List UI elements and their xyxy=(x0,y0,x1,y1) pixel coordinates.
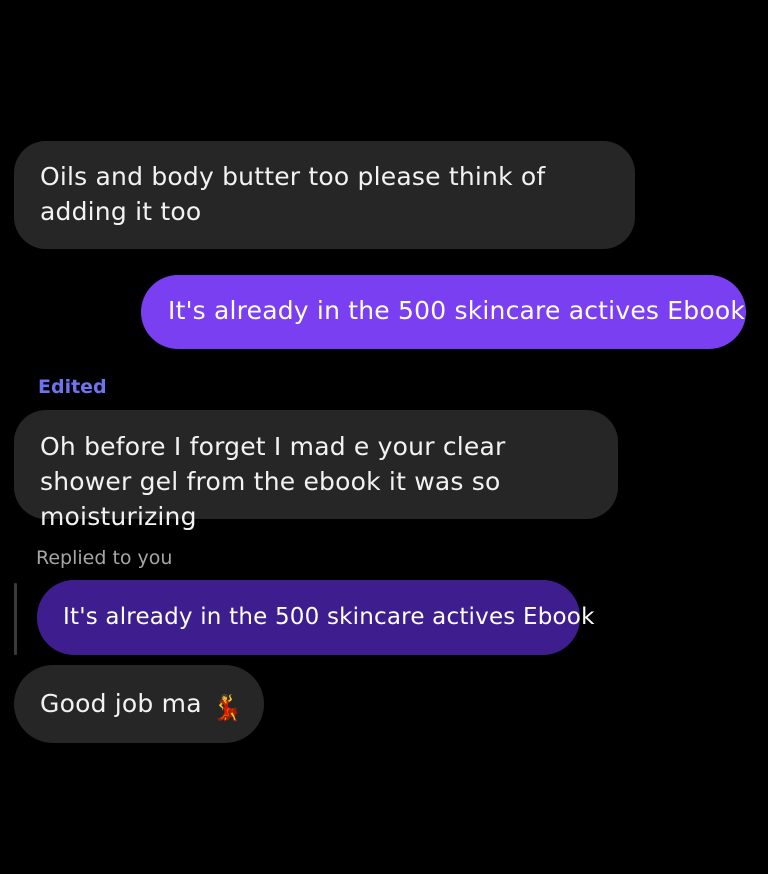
outgoing-message-bubble[interactable]: It's already in the 500 skincare actives… xyxy=(141,275,746,349)
incoming-message-bubble[interactable]: Good job ma 💃 xyxy=(14,665,264,743)
message-text: Good job ma xyxy=(40,689,202,718)
message-text: Oils and body butter too please think of… xyxy=(40,162,546,226)
replied-to-you-label: Replied to you xyxy=(36,547,173,569)
message-text: Oh before I forget I mad e your clear sh… xyxy=(40,432,506,531)
reply-quote-bar xyxy=(14,583,17,655)
message-text: It's already in the 500 skincare actives… xyxy=(168,296,746,325)
quoted-message-bubble[interactable]: It's already in the 500 skincare actives… xyxy=(37,580,594,655)
quoted-message-text: It's already in the 500 skincare actives… xyxy=(63,604,595,630)
incoming-message-bubble[interactable]: Oils and body butter too please think of… xyxy=(14,141,635,249)
edited-label: Edited xyxy=(38,376,107,398)
dancing-woman-icon: 💃 xyxy=(211,693,244,722)
incoming-message-bubble[interactable]: Oh before I forget I mad e your clear sh… xyxy=(14,410,618,531)
